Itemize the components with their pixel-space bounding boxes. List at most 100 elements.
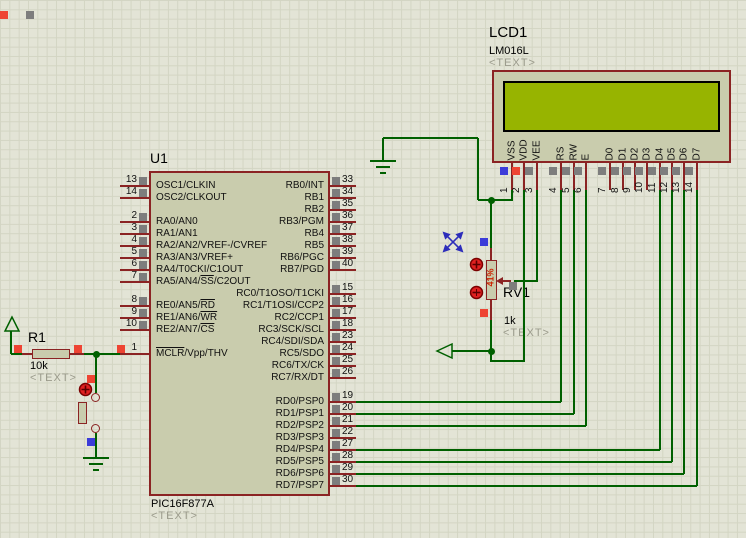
- junction-dot: [488, 197, 495, 204]
- lcd-pin-name: E: [581, 119, 592, 161]
- wire-segment[interactable]: [383, 137, 478, 139]
- wire-segment[interactable]: [356, 473, 684, 475]
- pin-state-square: [332, 333, 340, 341]
- u1-pin-number: 8: [105, 295, 137, 305]
- u1-pin-number: 15: [342, 283, 353, 293]
- lcd-pin-name: D6: [679, 119, 690, 161]
- schematic-canvas[interactable]: U1 PIC16F877A <TEXT> LCD1 LM016L <TEXT> …: [0, 0, 746, 538]
- u1-pin-label: RC5/SDO: [164, 349, 324, 359]
- pin-state-square: [139, 177, 147, 185]
- wire-segment[interactable]: [356, 425, 586, 427]
- u1-pin-number: 20: [342, 403, 353, 413]
- lcd-pin-stub: [536, 163, 538, 190]
- rv1-decrease-button[interactable]: [469, 285, 484, 300]
- r1-text-placeholder: <TEXT>: [30, 372, 77, 384]
- pin-state-square: [332, 477, 340, 485]
- u1-pin-number: 18: [342, 319, 353, 329]
- pin-state-square: [139, 189, 147, 197]
- lcd-pin-number: 3: [525, 173, 535, 193]
- lcd-ref: LCD1: [489, 24, 527, 41]
- wire-segment[interactable]: [683, 190, 685, 474]
- wire-segment[interactable]: [696, 190, 698, 486]
- u1-pin-number: 10: [105, 319, 137, 329]
- wire-segment[interactable]: [452, 350, 491, 352]
- u1-pin-number: 2: [105, 211, 137, 221]
- lcd-pin-number: 2: [512, 173, 522, 193]
- pin-state-square: [74, 345, 82, 353]
- wire-segment[interactable]: [490, 200, 492, 248]
- pushbutton-actuator[interactable]: [78, 382, 93, 397]
- lcd-pin-name: D7: [692, 119, 703, 161]
- u1-pin-label: RB2: [164, 205, 324, 215]
- ground-symbol: [380, 172, 386, 174]
- u1-pin-stub: [120, 329, 149, 331]
- pin-state-square: [332, 441, 340, 449]
- lcd-pin-number: 12: [660, 173, 670, 193]
- u1-pin-label: RD6/PSP6: [164, 469, 324, 479]
- wire-segment[interactable]: [356, 401, 561, 403]
- wire-segment[interactable]: [671, 190, 673, 462]
- lcd-pin-stub: [585, 163, 587, 190]
- wire-segment[interactable]: [477, 138, 479, 200]
- pushbutton-plunger[interactable]: [78, 402, 87, 424]
- lcd-pin-number: 8: [611, 173, 621, 193]
- wire-segment[interactable]: [511, 190, 513, 201]
- wire-segment[interactable]: [560, 190, 562, 402]
- pin-state-square: [332, 249, 340, 257]
- u1-pin-label: RC2/CCP1: [164, 313, 324, 323]
- r1-resistor-body[interactable]: [32, 349, 70, 359]
- u1-pin-stub: [120, 197, 149, 199]
- wire-segment[interactable]: [490, 320, 492, 351]
- edge-pin-mark: [26, 11, 34, 19]
- wire-segment[interactable]: [573, 190, 575, 414]
- pin-state-square: [332, 345, 340, 353]
- u1-pin-label: RB0/INT: [164, 181, 324, 191]
- pin-state-square: [332, 297, 340, 305]
- pin-state-square: [332, 261, 340, 269]
- wire-segment[interactable]: [478, 199, 512, 201]
- ground-symbol: [89, 463, 103, 465]
- pin-state-square: [509, 282, 517, 290]
- wire-segment[interactable]: [585, 190, 587, 426]
- lcd-pin-number: 1: [500, 173, 510, 193]
- wire-segment[interactable]: [659, 190, 661, 450]
- wire-segment[interactable]: [491, 360, 525, 362]
- wire-segment[interactable]: [84, 353, 120, 355]
- wire-segment[interactable]: [356, 413, 574, 415]
- u1-text-placeholder: <TEXT>: [151, 510, 198, 522]
- pushbutton-terminal-bottom[interactable]: [91, 424, 100, 433]
- u1-pin-label: RB1: [164, 193, 324, 203]
- wire-segment[interactable]: [95, 354, 97, 393]
- u1-pin-number: 25: [342, 355, 353, 365]
- u1-pin-stub: [120, 353, 149, 355]
- wire-segment[interactable]: [523, 190, 525, 361]
- u1-ref: U1: [150, 150, 168, 166]
- wire-segment[interactable]: [356, 449, 660, 451]
- u1-pin-number: 26: [342, 367, 353, 377]
- ground-symbol: [370, 160, 396, 162]
- lcd-pin-number: 9: [623, 173, 633, 193]
- u1-pin-number: 35: [342, 199, 353, 209]
- wire-segment[interactable]: [536, 190, 538, 281]
- wire-segment[interactable]: [356, 461, 672, 463]
- pin-state-square: [332, 177, 340, 185]
- rv1-increase-button[interactable]: [469, 257, 484, 272]
- u1-pin-label: RC0/T1OSO/T1CKI: [164, 289, 324, 299]
- wire-segment[interactable]: [10, 331, 12, 354]
- wire-segment[interactable]: [11, 353, 22, 355]
- u1-pin-label: RD4/PSP4: [164, 445, 324, 455]
- wire-segment[interactable]: [514, 280, 538, 282]
- wire-segment[interactable]: [382, 138, 384, 162]
- pin-state-square: [332, 357, 340, 365]
- pin-state-square: [480, 238, 488, 246]
- pin-state-square: [332, 213, 340, 221]
- u1-pin-label: RC1/T1OSI/CCP2: [164, 301, 324, 311]
- wire-segment[interactable]: [95, 433, 97, 458]
- u1-pin-number: 39: [342, 247, 353, 257]
- pin-state-square: [139, 213, 147, 221]
- pin-state-square: [332, 465, 340, 473]
- power-terminal-icon[interactable]: [4, 316, 20, 333]
- wire-segment[interactable]: [356, 485, 697, 487]
- lcd-pin-name: D1: [618, 119, 629, 161]
- pin-state-square: [139, 237, 147, 245]
